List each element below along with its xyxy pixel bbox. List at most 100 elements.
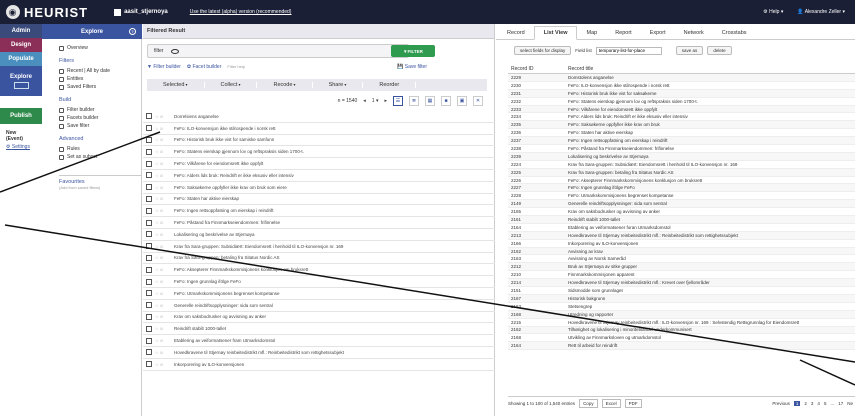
new-record-button[interactable]: New (Event): [0, 124, 42, 142]
bookmark-icon[interactable]: ☆ ⊘: [155, 338, 165, 343]
record-checkbox[interactable]: [146, 243, 152, 250]
bookmark-icon[interactable]: ☆ ⊘: [155, 149, 165, 154]
build-filter-builder[interactable]: Filter builder: [59, 106, 141, 114]
record-checkbox[interactable]: [146, 125, 152, 132]
record-row[interactable]: ☆ ⊘ FeFo: Aksepterer Finnmarkskommisjonen…: [143, 264, 495, 277]
table-row[interactable]: 2235 FeFo: Saksøkerne oppfyller ikke krav…: [508, 121, 855, 130]
table-row[interactable]: 2151 Sidsmodde som grunnlaget: [508, 287, 855, 295]
filter-help-link[interactable]: Filter help: [227, 64, 245, 69]
prev-page-icon[interactable]: ◂: [363, 98, 366, 104]
delete-button[interactable]: delete: [707, 46, 732, 55]
filter-recent[interactable]: Recent | All by date: [59, 67, 141, 75]
save-as-button[interactable]: save as: [675, 46, 704, 55]
build-facets-builder[interactable]: Facets builder: [59, 114, 141, 122]
nav-explore[interactable]: Explore: [0, 66, 42, 96]
bookmark-icon[interactable]: ☆ ⊘: [155, 255, 165, 260]
page-button[interactable]: 4: [817, 401, 820, 406]
table-row[interactable]: 2164 Rett til arbeid for reindrift: [508, 342, 855, 351]
table-row[interactable]: 2230 FeFo: ILO-konvensjon ikke stilrospen…: [508, 82, 855, 90]
page-button[interactable]: 3: [811, 401, 814, 406]
record-row[interactable]: ☆ ⊘ FeFo: Påstand fra Finnmarkseiendommen…: [143, 217, 495, 229]
reorder-button[interactable]: Reorder: [363, 82, 417, 88]
table-row[interactable]: 2224 Krav fra Sara-gruppen: Subsidiært: E…: [508, 161, 855, 169]
table-row[interactable]: 2228 FeFo: Utmarkskommisjonens begrenset …: [508, 192, 855, 201]
tab-list-view[interactable]: List View: [533, 26, 578, 40]
database-name[interactable]: aasit_stjernoya: [114, 8, 168, 16]
record-checkbox[interactable]: [146, 302, 152, 309]
table-row[interactable]: 2168 Utredning og rapporter: [508, 310, 855, 319]
eye-icon[interactable]: [171, 48, 180, 54]
advanced-rules[interactable]: Rules: [59, 145, 141, 153]
card-view-icon[interactable]: ▣: [457, 96, 467, 106]
record-row[interactable]: ☆ ⊘ FeFo: Ingen rettsoppfatning om eiersk…: [143, 205, 495, 218]
table-row[interactable]: 2232 FeFo: Statens eierskap gjennom lov o…: [508, 98, 855, 106]
table-row[interactable]: 2210 Finnmarkskommisjonen apparent: [508, 271, 855, 280]
recode-menu[interactable]: Recode: [257, 82, 313, 88]
record-row[interactable]: ☆ ⊘ Dorrelsiens anganelse: [143, 111, 495, 123]
table-row[interactable]: 2149 Generelle reindriftsopplysninger: si…: [508, 200, 855, 209]
settings-link[interactable]: ⚙ Settings: [0, 142, 42, 150]
build-save-filter[interactable]: Save filter: [59, 122, 141, 130]
record-row[interactable]: ☆ ⊘ Generelle reindriftsopplysninger: sid…: [143, 300, 495, 312]
page-button[interactable]: ...: [830, 401, 834, 406]
table-row[interactable]: 2227 FeFo: Ingen grunnlag ifölge FeFo: [508, 184, 855, 193]
nav-publish[interactable]: Publish: [0, 108, 42, 124]
table-row[interactable]: 2231 FeFo: Historisk bruk ikke vist for s…: [508, 89, 855, 98]
table-row[interactable]: 2225 Krav fra Sara-gruppen: betaling fra …: [508, 168, 855, 177]
field-list-select[interactable]: [595, 46, 662, 55]
col-record-title[interactable]: Record title: [568, 66, 855, 72]
filter-input[interactable]: filter?: [147, 44, 409, 58]
table-row[interactable]: 2215 Hovedkravene til Stjernøy reinbeited…: [508, 319, 855, 327]
page-select[interactable]: 1 ▾: [372, 98, 379, 104]
tab-map[interactable]: Map: [577, 27, 606, 39]
table-row[interactable]: 2234 FeFo: Alders lids bruk: Reindrift er…: [508, 113, 855, 122]
filter-button[interactable]: ▼ FILTER: [391, 45, 435, 57]
record-row[interactable]: ☆ ⊘ FeFo: Alders lids bruk: Reindrift er …: [143, 170, 495, 182]
page-button[interactable]: 5: [824, 401, 827, 406]
filter-saved[interactable]: Saved Filters: [59, 83, 141, 91]
table-row[interactable]: 2163 Stetsengrep: [508, 303, 855, 311]
table-row[interactable]: 2236 FeFo: Staten har aktive eierskap: [508, 129, 855, 138]
list-view-icon[interactable]: ☰: [393, 96, 403, 106]
bookmark-icon[interactable]: ☆ ⊘: [155, 137, 165, 142]
overview-item[interactable]: Overview: [59, 44, 141, 52]
col-record-id[interactable]: Record ID: [508, 66, 568, 72]
record-checkbox[interactable]: [146, 160, 152, 167]
collect-menu[interactable]: Collect: [205, 82, 258, 88]
record-checkbox[interactable]: [146, 172, 152, 179]
collapse-icon[interactable]: ✕: [473, 96, 483, 106]
record-checkbox[interactable]: [146, 195, 152, 202]
bookmark-icon[interactable]: ☆ ⊘: [155, 161, 165, 166]
user-menu[interactable]: 👤 Alexandre Zeller ▾: [797, 9, 845, 15]
record-row[interactable]: ☆ ⊘ FeFo: Staten har aktive eierskap: [143, 194, 495, 206]
record-row[interactable]: ☆ ⊘ FeFo: ILO-konvensjon ikke stilrospend…: [143, 123, 495, 135]
info-icon[interactable]: ?: [129, 28, 136, 35]
tab-network[interactable]: Network: [675, 27, 713, 39]
bookmark-icon[interactable]: ☆ ⊘: [155, 208, 165, 213]
share-menu[interactable]: Share: [313, 82, 364, 88]
table-row[interactable]: 2214 Hovedkravene til Stjernøy reinbeited…: [508, 279, 855, 288]
nav-admin[interactable]: Admin: [0, 24, 42, 38]
bookmark-icon[interactable]: ☆ ⊘: [155, 114, 165, 119]
bookmark-icon[interactable]: ☆ ⊘: [155, 279, 165, 284]
table-row[interactable]: 2162 Avvisning av krav: [508, 247, 855, 256]
bookmark-icon[interactable]: ☆ ⊘: [155, 185, 165, 190]
tab-report[interactable]: Report: [606, 27, 641, 39]
tab-record[interactable]: Record: [498, 27, 534, 39]
record-checkbox[interactable]: [146, 184, 152, 191]
bookmark-icon[interactable]: ☆ ⊘: [155, 350, 165, 355]
record-checkbox[interactable]: [146, 325, 152, 332]
record-row[interactable]: ☆ ⊘ Inkorporering av ILO-konvensjonen: [143, 359, 495, 371]
record-checkbox[interactable]: [146, 148, 152, 155]
table-row[interactable]: 2237 FeFo: Ingen rettsoppfatning om eiers…: [508, 137, 855, 146]
record-checkbox[interactable]: [146, 219, 152, 226]
page-button[interactable]: 17: [838, 401, 843, 406]
bookmark-icon[interactable]: ☆ ⊘: [155, 196, 165, 201]
page-button[interactable]: 2: [804, 401, 807, 406]
grid-view-icon[interactable]: ▦: [425, 96, 435, 106]
save-filter-link[interactable]: 💾 Save filter: [397, 64, 427, 70]
record-row[interactable]: ☆ ⊘ Reindrift stabilt 1000-tallet: [143, 323, 495, 336]
facet-builder-link[interactable]: ✿ Facet builder: [187, 64, 222, 70]
filter-entities[interactable]: Entities: [59, 75, 141, 83]
select-fields-button[interactable]: select fields for display: [514, 46, 572, 55]
